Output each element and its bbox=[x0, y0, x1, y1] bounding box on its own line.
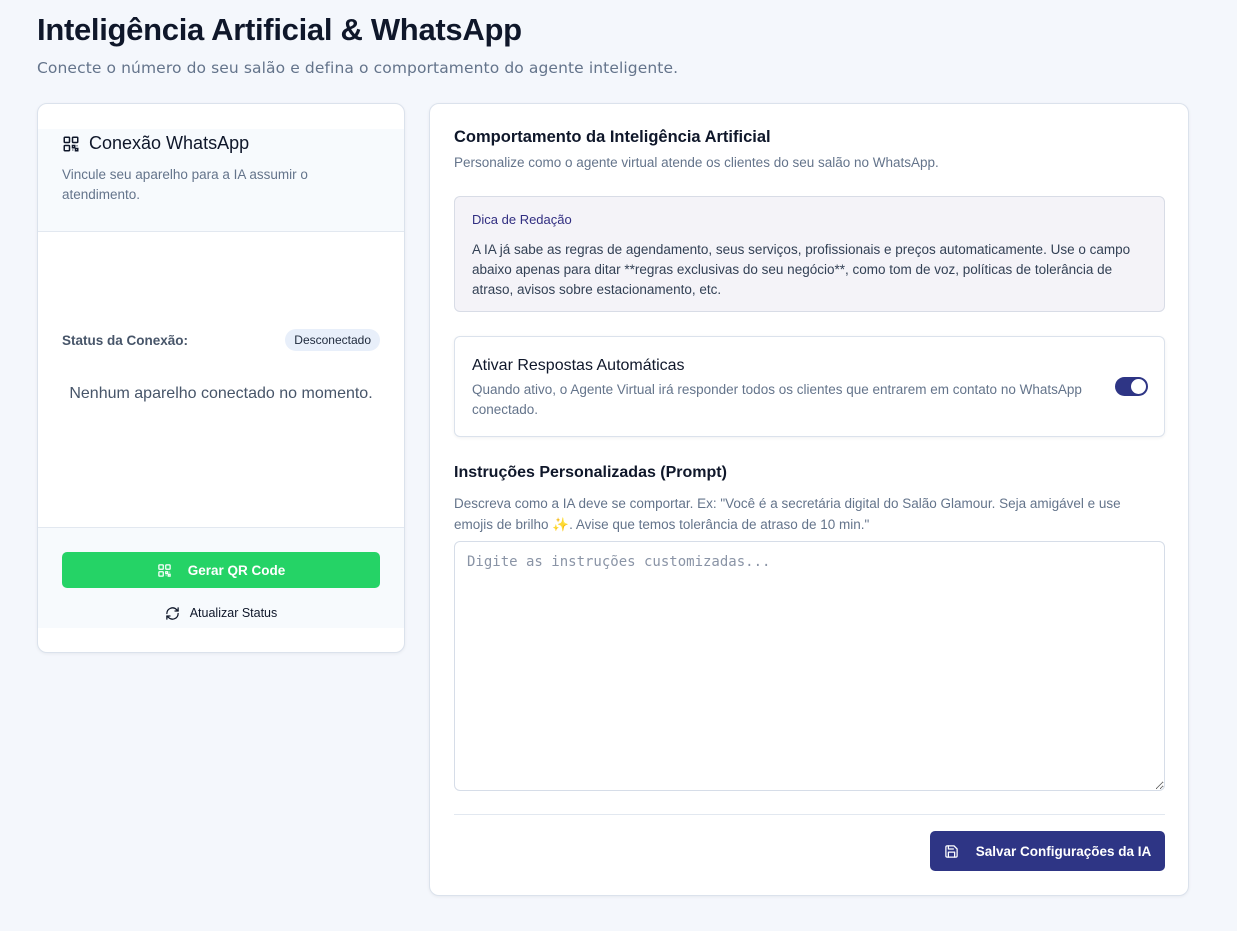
page: Inteligência Artificial & WhatsApp Conec… bbox=[0, 0, 1237, 931]
status-badge: Desconectado bbox=[285, 329, 380, 351]
page-subtitle: Conecte o número do seu salão e defina o… bbox=[37, 59, 679, 77]
ai-behavior-title: Comportamento da Inteligência Artificial bbox=[454, 128, 771, 146]
connection-status-label: Status da Conexão: bbox=[62, 332, 189, 348]
qr-code-icon bbox=[157, 563, 171, 577]
writing-tip-box: Dica de Redação A IA já sabe as regras d… bbox=[454, 196, 1165, 312]
refresh-status-button[interactable]: Atualizar Status bbox=[62, 604, 380, 622]
ai-behavior-description: Personalize como o agente virtual atende… bbox=[454, 155, 939, 170]
prompt-title: Instruções Personalizadas (Prompt) bbox=[454, 464, 727, 481]
whatsapp-card-title: Conexão WhatsApp bbox=[89, 133, 250, 153]
auto-reply-toggle[interactable] bbox=[1115, 377, 1148, 396]
auto-reply-setting: Ativar Respostas Automáticas Quando ativ… bbox=[454, 336, 1165, 437]
writing-tip-title: Dica de Redação bbox=[472, 212, 572, 227]
no-device-message: Nenhum aparelho conectado no momento. bbox=[69, 385, 373, 402]
toggle-knob bbox=[1131, 379, 1146, 394]
whatsapp-card-title-row: Conexão WhatsApp bbox=[62, 133, 249, 154]
prompt-description: Descreva como a IA deve se comportar. Ex… bbox=[454, 496, 1121, 532]
prompt-textarea[interactable] bbox=[454, 541, 1165, 791]
writing-tip-text: A IA já sabe as regras de agendamento, s… bbox=[472, 242, 1131, 297]
refresh-icon bbox=[165, 606, 179, 620]
connection-status-row: Status da Conexão: Desconectado bbox=[62, 329, 380, 351]
qr-code-icon bbox=[63, 136, 79, 151]
save-ai-settings-button[interactable]: Salvar Configurações da IA bbox=[930, 831, 1165, 871]
page-title: Inteligência Artificial & WhatsApp bbox=[37, 12, 522, 47]
whatsapp-connection-card: Conexão WhatsApp Vincule seu aparelho pa… bbox=[37, 103, 405, 653]
divider bbox=[454, 814, 1165, 815]
generate-qr-code-label: Gerar QR Code bbox=[187, 562, 286, 578]
save-icon bbox=[944, 844, 958, 858]
save-ai-settings-label: Salvar Configurações da IA bbox=[975, 843, 1152, 859]
ai-behavior-card: Comportamento da Inteligência Artificial… bbox=[429, 103, 1189, 896]
auto-reply-title: Ativar Respostas Automáticas bbox=[472, 357, 685, 374]
whatsapp-card-footer: Gerar QR Code Atualizar Status bbox=[38, 527, 404, 628]
refresh-status-label: Atualizar Status bbox=[189, 606, 278, 620]
auto-reply-description: Quando ativo, o Agente Virtual irá respo… bbox=[472, 382, 1082, 417]
generate-qr-code-button[interactable]: Gerar QR Code bbox=[62, 552, 380, 588]
whatsapp-card-description: Vincule seu aparelho para a IA assumir o… bbox=[62, 167, 308, 202]
